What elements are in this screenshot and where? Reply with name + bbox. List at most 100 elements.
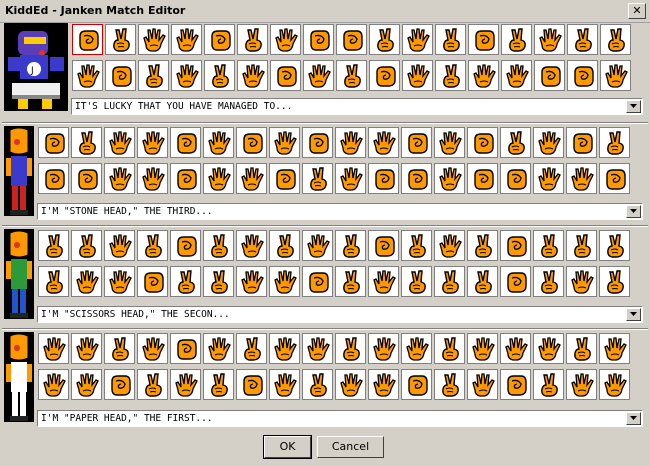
move-cell-rock[interactable] [566,127,597,158]
move-cell-scissors[interactable] [467,266,498,297]
move-cell-paper[interactable] [335,163,366,194]
move-cell-scissors[interactable] [71,127,102,158]
move-cell-paper[interactable] [171,24,202,55]
move-cell-rock[interactable] [500,163,531,194]
move-cell-paper[interactable] [468,60,499,91]
move-cell-paper[interactable] [269,127,300,158]
move-cell-scissors[interactable] [38,266,69,297]
move-cell-scissors[interactable] [600,24,631,55]
move-cell-scissors[interactable] [335,230,366,261]
move-cell-paper[interactable] [71,266,102,297]
move-cell-rock[interactable] [599,163,630,194]
cancel-button[interactable]: Cancel [317,436,384,458]
move-cell-scissors[interactable] [236,333,267,364]
move-cell-paper[interactable] [566,266,597,297]
move-cell-scissors[interactable] [500,127,531,158]
move-cell-scissors[interactable] [105,24,136,55]
move-cell-paper[interactable] [335,127,366,158]
move-cell-rock[interactable] [170,163,201,194]
move-cell-rock[interactable] [38,163,69,194]
move-cell-scissors[interactable] [533,230,564,261]
move-cell-scissors[interactable] [71,230,102,261]
move-cell-paper[interactable] [335,369,366,400]
move-cell-paper[interactable] [236,266,267,297]
move-cell-rock[interactable] [170,127,201,158]
move-cell-rock[interactable] [468,24,499,55]
move-cell-scissors[interactable] [237,24,268,55]
move-cell-scissors[interactable] [137,369,168,400]
move-cell-scissors[interactable] [599,127,630,158]
move-cell-rock[interactable] [72,24,103,55]
move-cell-paper[interactable] [171,60,202,91]
move-cell-scissors[interactable] [335,266,366,297]
move-cell-paper[interactable] [72,60,103,91]
move-cell-paper[interactable] [270,24,301,55]
move-cell-rock[interactable] [170,333,201,364]
move-cell-paper[interactable] [104,230,135,261]
move-cell-paper[interactable] [104,266,135,297]
move-cell-scissors[interactable] [336,60,367,91]
move-cell-paper[interactable] [71,369,102,400]
move-cell-rock[interactable] [270,60,301,91]
move-cell-scissors[interactable] [369,24,400,55]
move-cell-rock[interactable] [401,163,432,194]
dialog-dropdown[interactable]: I'M "SCISSORS HEAD," THE SECON... [37,306,643,323]
move-cell-rock[interactable] [534,60,565,91]
move-cell-rock[interactable] [105,60,136,91]
move-cell-paper[interactable] [236,163,267,194]
move-cell-paper[interactable] [203,127,234,158]
move-cell-paper[interactable] [269,369,300,400]
move-cell-paper[interactable] [368,266,399,297]
move-cell-rock[interactable] [401,369,432,400]
move-cell-rock[interactable] [71,163,102,194]
move-cell-paper[interactable] [269,333,300,364]
move-cell-paper[interactable] [533,163,564,194]
move-cell-paper[interactable] [303,60,334,91]
move-cell-paper[interactable] [104,163,135,194]
move-cell-paper[interactable] [368,127,399,158]
move-cell-paper[interactable] [368,333,399,364]
chevron-down-icon[interactable] [626,205,641,218]
move-cell-rock[interactable] [104,369,135,400]
move-cell-scissors[interactable] [533,369,564,400]
move-cell-scissors[interactable] [204,60,235,91]
move-cell-paper[interactable] [533,127,564,158]
move-cell-paper[interactable] [137,127,168,158]
move-cell-paper[interactable] [38,333,69,364]
move-cell-paper[interactable] [434,127,465,158]
move-cell-rock[interactable] [269,163,300,194]
move-cell-scissors[interactable] [401,230,432,261]
move-cell-rock[interactable] [38,127,69,158]
move-cell-paper[interactable] [467,369,498,400]
move-cell-paper[interactable] [237,60,268,91]
move-cell-scissors[interactable] [401,266,432,297]
move-cell-rock[interactable] [236,127,267,158]
move-cell-paper[interactable] [137,163,168,194]
move-cell-rock[interactable] [170,230,201,261]
move-cell-scissors[interactable] [566,230,597,261]
move-cell-paper[interactable] [71,333,102,364]
move-cell-scissors[interactable] [434,333,465,364]
move-cell-paper[interactable] [170,369,201,400]
move-cell-rock[interactable] [500,266,531,297]
move-cell-scissors[interactable] [467,230,498,261]
move-cell-rock[interactable] [336,24,367,55]
move-cell-paper[interactable] [269,266,300,297]
move-cell-paper[interactable] [236,230,267,261]
move-cell-paper[interactable] [203,333,234,364]
move-cell-paper[interactable] [501,60,532,91]
move-cell-paper[interactable] [566,369,597,400]
move-cell-scissors[interactable] [170,266,201,297]
move-cell-rock[interactable] [500,369,531,400]
close-icon[interactable]: ✕ [628,3,646,19]
move-cell-rock[interactable] [369,60,400,91]
move-cell-scissors[interactable] [566,333,597,364]
move-cell-rock[interactable] [368,230,399,261]
move-cell-paper[interactable] [38,369,69,400]
move-cell-scissors[interactable] [435,60,466,91]
move-cell-paper[interactable] [533,333,564,364]
move-cell-scissors[interactable] [203,266,234,297]
move-cell-paper[interactable] [599,369,630,400]
move-cell-paper[interactable] [599,333,630,364]
move-cell-rock[interactable] [236,369,267,400]
